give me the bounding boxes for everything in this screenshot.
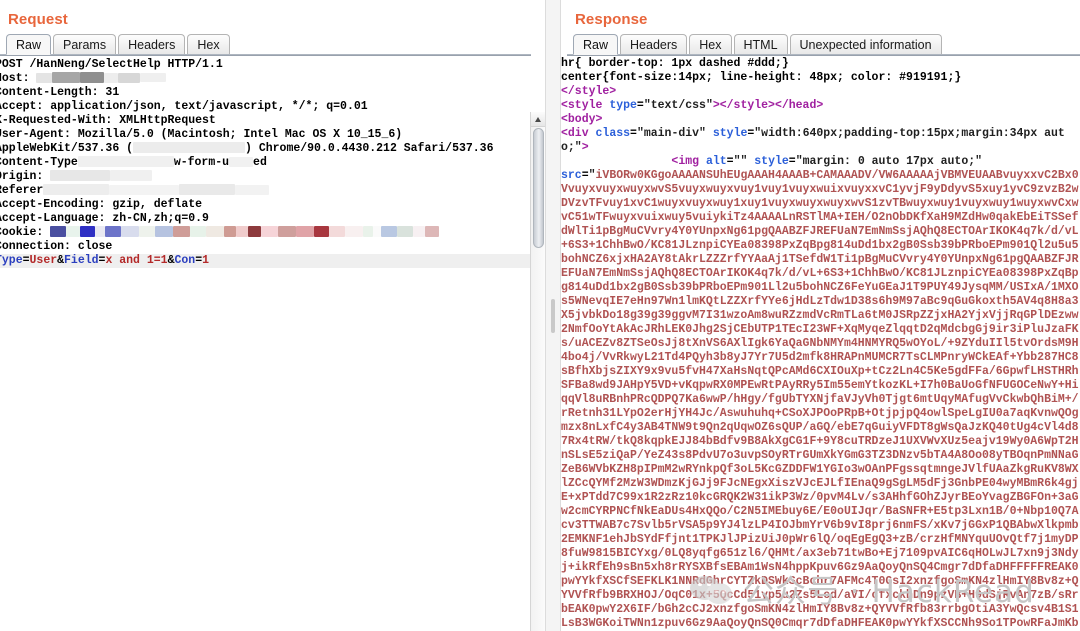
- redaction-block: [80, 72, 105, 84]
- redaction-block: [363, 226, 374, 238]
- redaction-block: [109, 184, 180, 195]
- response-content[interactable]: hr{ border-top: 1px dashed #ddd;} center…: [561, 56, 1080, 631]
- base64-image-data: iVBORw0KGgoAAAANSUhEUgAAAH4AAAB+CAMAAADV…: [561, 169, 1079, 630]
- scrollbar-thumb[interactable]: [533, 128, 544, 248]
- redaction-block: [36, 72, 53, 83]
- redaction-block: [397, 226, 414, 238]
- request-tabbar: Raw Params Headers Hex: [6, 33, 232, 55]
- redaction-block: [425, 226, 440, 238]
- redaction-block: [66, 226, 81, 238]
- param-key-con: Con: [174, 254, 196, 267]
- request-line-host: Host:: [0, 72, 30, 85]
- request-raw-text: POST /HanNeng/SelectHelp HTTP/1.1 Host: …: [0, 56, 545, 268]
- img-tag: <img alt="" style="margin: 0 auto 17px a…: [561, 155, 1079, 631]
- request-line-content-length: Content-Length: 31: [0, 86, 120, 99]
- redaction-block: [373, 226, 382, 238]
- request-tab-headers[interactable]: Headers: [118, 34, 186, 55]
- request-tab-hex[interactable]: Hex: [187, 34, 230, 55]
- param-key-field: Field: [64, 254, 99, 267]
- redaction-block: [261, 226, 279, 238]
- redaction-block: [50, 226, 67, 238]
- request-tab-raw[interactable]: Raw: [6, 34, 52, 55]
- response-raw-text: hr{ border-top: 1px dashed #ddd;} center…: [561, 56, 1080, 631]
- param-value-type: User: [29, 254, 58, 267]
- redaction-block: [77, 156, 174, 168]
- request-line-referer: Referer: [0, 184, 270, 197]
- burp-suite-window: Request Raw Params Headers Hex POST /Han…: [0, 0, 1080, 631]
- redaction-block: [413, 226, 426, 238]
- redaction-block: [105, 226, 122, 238]
- response-panel: Response Raw Headers Hex HTML Unexpected…: [561, 0, 1080, 631]
- redaction-block: [173, 226, 191, 238]
- response-tab-headers[interactable]: Headers: [620, 34, 688, 55]
- redaction-block: [52, 72, 81, 84]
- request-line-applewebkit: AppleWebKit/537.36 () Chrome/90.0.4430.2…: [0, 142, 494, 155]
- redaction-block: [80, 226, 96, 238]
- response-tab-hex[interactable]: Hex: [689, 34, 732, 55]
- request-line-x-requested-with: X-Requested-With: XMLHttpRequest: [0, 114, 216, 127]
- request-line-origin: Origin:: [0, 170, 153, 183]
- redaction-block: [50, 170, 111, 182]
- request-line-user-agent: User-Agent: Mozilla/5.0 (Macintosh; Inte…: [0, 128, 403, 141]
- request-content[interactable]: POST /HanNeng/SelectHelp HTTP/1.1 Host: …: [0, 56, 545, 631]
- redaction-block: [248, 226, 262, 238]
- redaction-block: [229, 156, 254, 167]
- redaction-block: [278, 226, 297, 238]
- redaction-block: [121, 226, 140, 238]
- redaction-block: [314, 226, 330, 238]
- response-panel-title: Response: [575, 11, 648, 28]
- redaction-block: [381, 226, 398, 238]
- main-div-tag: <div class="main-div" style="width:640px…: [561, 127, 1065, 154]
- redaction-block: [95, 226, 106, 238]
- request-vertical-scrollbar[interactable]: [530, 112, 545, 631]
- request-line-accept: Accept: application/json, text/javascrip…: [0, 100, 368, 113]
- splitter-grip[interactable]: [551, 298, 555, 333]
- scroll-up-arrow-icon[interactable]: [531, 112, 545, 127]
- redaction-block: [329, 226, 346, 238]
- param-value-field: x and 1=1: [105, 254, 168, 267]
- panel-splitter[interactable]: [545, 0, 561, 631]
- css-rule-hr: hr{ border-top: 1px dashed #ddd;}: [561, 57, 789, 70]
- redaction-block: [179, 184, 236, 196]
- redaction-block: [155, 226, 174, 238]
- redaction-block: [224, 226, 237, 238]
- css-rule-center: center{font-size:14px; line-height: 48px…: [561, 71, 962, 84]
- request-line-method: POST /HanNeng/SelectHelp HTTP/1.1: [0, 58, 223, 71]
- redaction-block: [206, 226, 225, 238]
- request-line-content-type: Content-Type w-form-u ed: [0, 156, 267, 169]
- response-tab-unexpected[interactable]: Unexpected information: [789, 34, 942, 55]
- redaction-block: [140, 73, 167, 83]
- redaction-block: [236, 226, 249, 238]
- style-open-tag: <style type="text/css"></style></head>: [561, 99, 824, 112]
- redaction-block: [118, 72, 141, 83]
- response-tabbar: Raw Headers Hex HTML Unexpected informat…: [573, 33, 944, 55]
- request-line-cookie: Cookie:: [0, 226, 440, 239]
- request-body-params: Type=User&Field=x and 1=1&Con=1: [0, 254, 545, 268]
- request-line-connection: Connection: close: [0, 240, 113, 253]
- param-value-con: 1: [202, 254, 210, 267]
- redaction-block: [235, 184, 270, 195]
- response-tab-html[interactable]: HTML: [733, 34, 788, 55]
- redaction-block: [110, 170, 153, 182]
- redaction-block: [139, 226, 156, 238]
- body-open-tag: <body>: [561, 113, 603, 126]
- request-line-accept-encoding: Accept-Encoding: gzip, deflate: [0, 198, 203, 211]
- redaction-block: [190, 226, 207, 238]
- redaction-block: [133, 142, 246, 154]
- param-key-type: Type: [0, 254, 23, 267]
- redaction-block: [43, 184, 110, 196]
- redaction-block: [296, 226, 315, 238]
- request-panel: Request Raw Params Headers Hex POST /Han…: [0, 0, 545, 631]
- redaction-block: [104, 72, 119, 83]
- style-close-tag: </style>: [561, 85, 617, 98]
- request-panel-title: Request: [8, 11, 68, 28]
- redaction-block: [345, 226, 364, 238]
- request-line-accept-language: Accept-Language: zh-CN,zh;q=0.9: [0, 212, 209, 225]
- response-tab-raw[interactable]: Raw: [573, 34, 619, 55]
- request-tab-params[interactable]: Params: [53, 34, 117, 55]
